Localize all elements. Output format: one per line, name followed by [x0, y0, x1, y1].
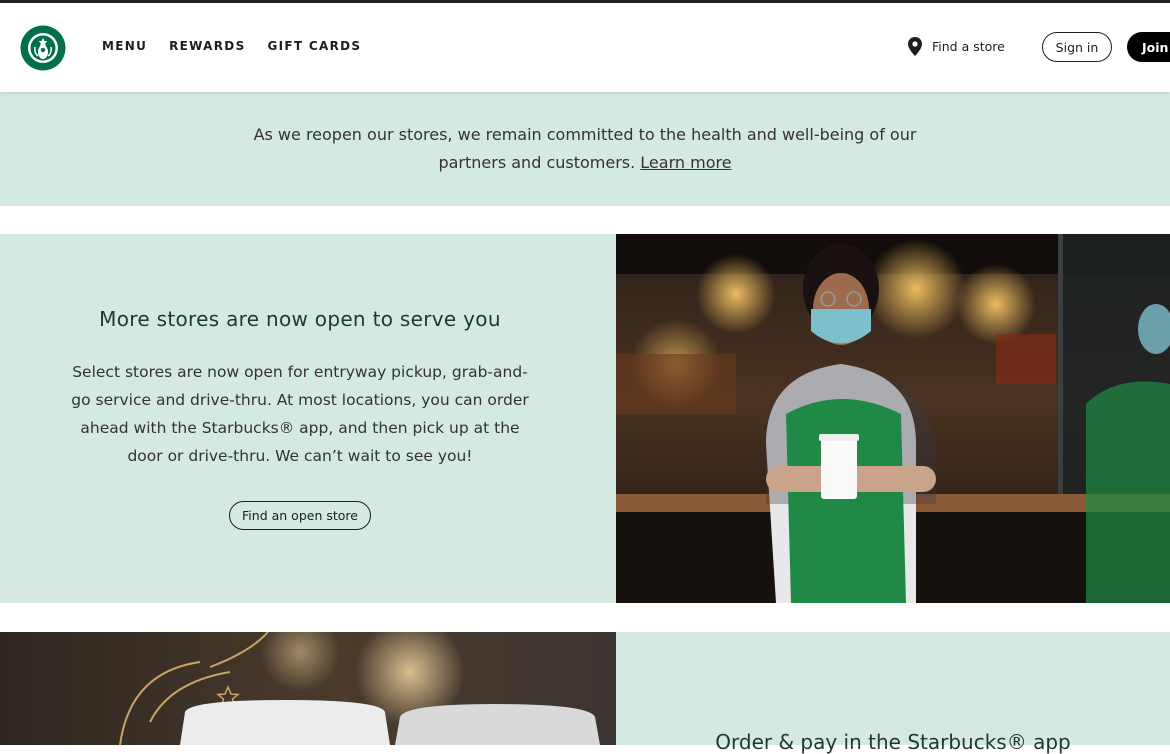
app-promo-text-panel: Order & pay in the Starbucks® app	[616, 632, 1170, 754]
nav-menu[interactable]: MENU	[102, 39, 147, 53]
starbucks-logo[interactable]	[20, 25, 66, 71]
app-order-promo: Order & pay in the Starbucks® app	[0, 632, 1170, 754]
nav-gift-cards[interactable]: GIFT CARDS	[268, 39, 362, 53]
nav-rewards[interactable]: REWARDS	[169, 39, 245, 53]
join-now-button[interactable]: Join now	[1127, 32, 1170, 62]
promo-heading: More stores are now open to serve you	[99, 307, 501, 331]
barista-photo	[616, 234, 1170, 603]
learn-more-link[interactable]: Learn more	[640, 153, 731, 172]
location-pin-icon	[908, 37, 922, 56]
promo-text-panel: More stores are now open to serve you Se…	[0, 234, 616, 603]
stores-open-promo: More stores are now open to serve you Se…	[0, 234, 1170, 603]
banner-message: As we reopen our stores, we remain commi…	[253, 125, 917, 172]
sign-in-button[interactable]: Sign in	[1042, 32, 1112, 62]
coffee-cups-photo	[0, 632, 616, 745]
site-header: MENU REWARDS GIFT CARDS Find a store Sig…	[0, 3, 1170, 92]
find-open-store-button[interactable]: Find an open store	[229, 501, 371, 530]
find-store-link[interactable]: Find a store	[908, 37, 1005, 56]
app-promo-heading: Order & pay in the Starbucks® app	[715, 730, 1071, 754]
reopen-banner: As we reopen our stores, we remain commi…	[0, 92, 1170, 206]
banner-text-block: As we reopen our stores, we remain commi…	[225, 121, 945, 177]
find-store-label: Find a store	[932, 39, 1005, 54]
promo-body: Select stores are now open for entryway …	[71, 363, 529, 465]
main-nav: MENU REWARDS GIFT CARDS	[102, 39, 361, 53]
